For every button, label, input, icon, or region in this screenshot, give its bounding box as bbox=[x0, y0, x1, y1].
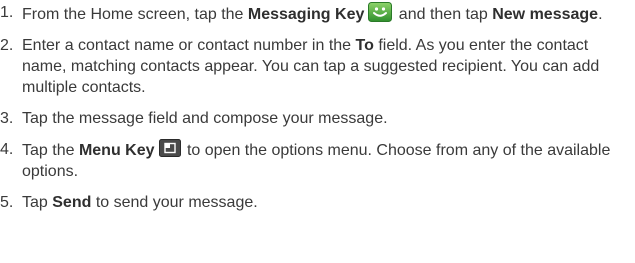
step-number: 1. bbox=[0, 4, 14, 21]
step-number: 3. bbox=[0, 110, 14, 127]
step-text: Tap bbox=[22, 194, 53, 211]
step-text: and then tap bbox=[394, 6, 493, 23]
step-number: 2. bbox=[0, 37, 14, 54]
to-field-label: To bbox=[355, 37, 374, 54]
step-text: From the Home screen, tap the bbox=[22, 6, 248, 23]
step-3: 3. Tap the message field and compose you… bbox=[0, 108, 627, 129]
step-text: to send your message. bbox=[91, 194, 258, 211]
step-number: 4. bbox=[0, 141, 14, 158]
menu-key-label: Menu Key bbox=[78, 142, 155, 159]
messaging-key-label: Messaging Key bbox=[247, 6, 365, 23]
steps-list: 1. From the Home screen, tap the Messagi… bbox=[0, 2, 627, 213]
step-text: Tap the bbox=[22, 142, 79, 159]
instructions-page: 1. From the Home screen, tap the Messagi… bbox=[0, 2, 635, 263]
send-label: Send bbox=[52, 194, 92, 211]
step-number: 5. bbox=[0, 194, 14, 211]
new-message-label: New message bbox=[492, 6, 599, 23]
step-2: 2. Enter a contact name or contact numbe… bbox=[0, 35, 627, 98]
step-4: 4. Tap the Menu Key to open the options … bbox=[0, 139, 627, 182]
step-1: 1. From the Home screen, tap the Messagi… bbox=[0, 2, 627, 25]
step-text: . bbox=[598, 6, 603, 23]
step-text: Enter a contact name or contact number i… bbox=[22, 37, 356, 54]
smiley-message-icon bbox=[368, 2, 393, 22]
menu-key-icon bbox=[158, 139, 181, 157]
step-text: Tap the message field and compose your m… bbox=[22, 110, 388, 127]
step-5: 5. Tap Send to send your message. bbox=[0, 192, 627, 213]
